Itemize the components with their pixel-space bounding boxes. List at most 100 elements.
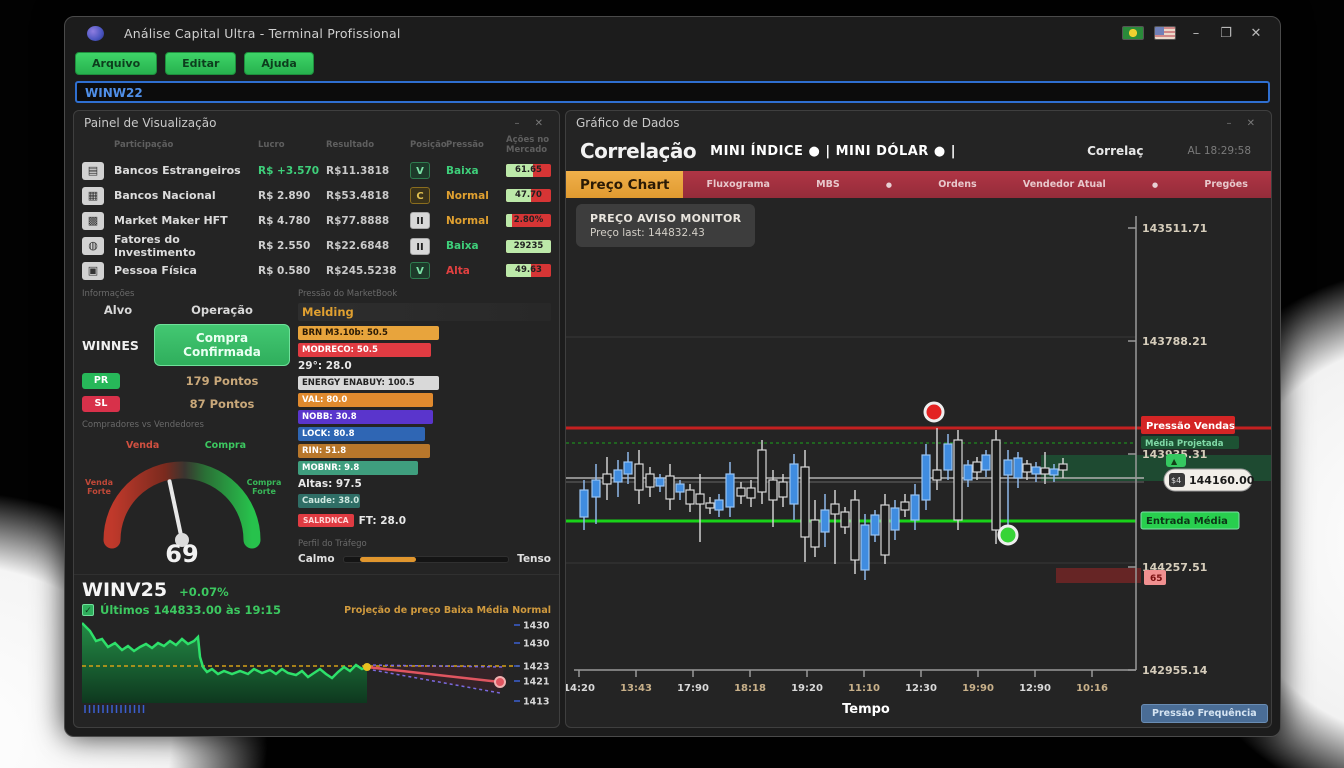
- posicao-badge: C: [410, 187, 430, 204]
- table-row[interactable]: ◍Fatores do InvestimentoR$ 2.550R$22.684…: [82, 233, 551, 258]
- marketbook-text: Altas: 97.5: [298, 478, 551, 490]
- svg-text:19:90: 19:90: [962, 683, 994, 694]
- table-header-cell: Participação: [114, 140, 254, 150]
- lucro-value: R$ 2.890: [258, 190, 322, 202]
- table-header-row: ParticipaçãoLucroResultadoPosiçãoPressão…: [82, 133, 551, 158]
- marketbook-chip: SALRDNCA: [298, 514, 354, 527]
- table-row[interactable]: ▩Market Maker HFTR$ 4.780R$77.8888IINorm…: [82, 208, 551, 233]
- gauge-venda-forte-label: Venda Forte: [82, 478, 116, 496]
- mercado-bar-label: 47.70: [506, 189, 551, 202]
- price-tooltip: PREÇO AVISO MONITOR Preço last: 144832.4…: [576, 204, 755, 247]
- menubar: Arquivo Editar Ajuda: [65, 49, 1280, 80]
- correlacao-right-label: Correlaç: [1087, 144, 1143, 158]
- toolbar-separator-dot: ●: [1152, 181, 1158, 189]
- gauge-venda-label: Venda: [126, 440, 159, 451]
- resultado-value: R$245.5238: [326, 265, 406, 277]
- svg-text:142100: 142100: [523, 677, 549, 688]
- svg-text:143511.71: 143511.71: [1142, 222, 1207, 235]
- compra-confirmada-button[interactable]: Compra Confirmada: [154, 324, 290, 366]
- participant-name: Pessoa Física: [114, 264, 254, 277]
- minimize-button[interactable]: –: [1186, 26, 1206, 41]
- table-header-cell: Pressão: [446, 140, 502, 150]
- participant-name: Bancos Nacional: [114, 189, 254, 202]
- mercado-bar: 29235: [506, 240, 551, 253]
- marketbook-bars: BRN M3.10b: 50.5MODRECO: 50.529°: 28.0EN…: [298, 326, 551, 527]
- marketbook-section-label: Pressão do MarketBook: [298, 289, 551, 299]
- marketbook-chip-label: FT: 28.0: [359, 515, 407, 527]
- win-change: +0.07%: [179, 585, 229, 599]
- tab-preco-chart[interactable]: Preço Chart: [566, 171, 683, 198]
- svg-text:12:90: 12:90: [1019, 683, 1051, 694]
- menu-arquivo[interactable]: Arquivo: [75, 52, 157, 75]
- chart-toolbar: Preço Chart Fluxograma MBS ● Ordens Vendedor…: [566, 171, 1271, 198]
- pressao-frequencia-button[interactable]: Pressão Frequência: [1141, 704, 1268, 723]
- visualizacao-panel: Painel de Visualização – ✕ ParticipaçãoL…: [73, 110, 560, 728]
- toolbar-item-vendedor-atual[interactable]: Vendedor Atual: [1023, 179, 1106, 190]
- trafego-calmo-label: Calmo: [298, 553, 335, 565]
- trafego-section-label: Perfil do Tráfego: [298, 539, 551, 549]
- table-row[interactable]: ▣Pessoa FísicaR$ 0.580R$245.5238VAlta49.…: [82, 258, 551, 283]
- table-header-cell: Resultado: [326, 140, 406, 150]
- titlebar: Análise Capital Ultra - Terminal Profiss…: [65, 17, 1280, 49]
- timestamp: AL 18:29:58: [1187, 145, 1251, 157]
- win-chart-section: WINV25 +0.07% ✓ Últimos 144833.00 às 19:…: [74, 574, 559, 723]
- menu-ajuda[interactable]: Ajuda: [244, 52, 313, 75]
- mercado-bar-label: 61.65: [506, 164, 551, 177]
- toolbar-item-preg-es[interactable]: Pregões: [1204, 179, 1248, 190]
- mercado-bar-label: 2.80%: [506, 214, 551, 227]
- fluxo-header: FLUXO INSTITUCIONAL: [74, 725, 559, 728]
- usa-flag-icon[interactable]: [1154, 26, 1176, 40]
- brazil-flag-icon[interactable]: [1122, 26, 1144, 40]
- participants-table: ParticipaçãoLucroResultadoPosiçãoPressão…: [74, 133, 559, 283]
- table-row[interactable]: ▦Bancos NacionalR$ 2.890R$53.4818CNormal…: [82, 183, 551, 208]
- svg-text:143788.21: 143788.21: [1142, 335, 1207, 348]
- table-row[interactable]: ▤Bancos EstrangeirosR$ +3.570R$11.3818VB…: [82, 158, 551, 183]
- resultado-value: R$11.3818: [326, 165, 406, 177]
- close-button[interactable]: ✕: [1246, 26, 1266, 41]
- svg-text:142300: 142300: [523, 662, 549, 673]
- trafego-slider-segment: [360, 557, 416, 562]
- menu-editar[interactable]: Editar: [165, 52, 236, 75]
- table-header-cell: Ações no Mercado: [506, 135, 551, 155]
- svg-text:12:30: 12:30: [905, 683, 937, 694]
- pressao-value: Alta: [446, 265, 502, 277]
- svg-text:14:20: 14:20: [566, 683, 595, 694]
- posicao-badge: V: [410, 262, 430, 279]
- marketbook-bar: VAL: 80.0: [298, 393, 433, 407]
- svg-text:Entrada Média: Entrada Média: [1146, 515, 1228, 527]
- marketbook-bar: MOBNR: 9.8: [298, 461, 418, 475]
- win-projection-label: Projeção de preço Baixa Média Normal: [344, 605, 551, 616]
- symbol-input[interactable]: WINW22: [75, 81, 1270, 103]
- mercado-bar: 47.70: [506, 189, 551, 202]
- svg-text:143020: 143020: [523, 621, 549, 632]
- toolbar-item-fluxograma[interactable]: Fluxograma: [707, 179, 770, 190]
- operacao-section-label: Informações: [82, 289, 290, 299]
- marketbook-bar: NOBB: 30.8: [298, 410, 433, 424]
- marketbook-bar: ENERGY ENABUY: 100.5: [298, 376, 439, 390]
- marketbook-bar: Caude: 38.0: [298, 494, 360, 508]
- svg-text:17:90: 17:90: [677, 683, 709, 694]
- marketbook-text: 29°: 28.0: [298, 360, 551, 372]
- left-panel-controls[interactable]: – ✕: [514, 118, 549, 129]
- svg-text:141300: 141300: [523, 697, 549, 708]
- tooltip-price: Preço last: 144832.43: [590, 227, 741, 239]
- marketbook-bar: LOCK: 80.8: [298, 427, 425, 441]
- trafego-slider[interactable]: [343, 556, 510, 563]
- svg-text:Pressão Vendas: Pressão Vendas: [1146, 421, 1235, 432]
- participant-icon: ▦: [82, 187, 104, 205]
- svg-text:143000: 143000: [523, 639, 549, 650]
- table-header-cell: Posição: [410, 140, 442, 150]
- correlacao-title: Correlação: [580, 139, 696, 163]
- check-icon[interactable]: ✓: [82, 604, 94, 616]
- svg-text:18:18: 18:18: [734, 683, 766, 694]
- pressao-value: Baixa: [446, 240, 502, 252]
- svg-text:65: 65: [1150, 574, 1163, 584]
- resultado-value: R$22.6848: [326, 240, 406, 252]
- maximize-button[interactable]: ❐: [1216, 26, 1236, 41]
- lucro-value: R$ +3.570: [258, 165, 322, 177]
- participant-icon: ▤: [82, 162, 104, 180]
- win-price-chart: 143020 143000 142300 142100 141300: [82, 617, 549, 719]
- toolbar-item-ordens[interactable]: Ordens: [938, 179, 976, 190]
- right-panel-controls[interactable]: – ✕: [1226, 118, 1261, 129]
- toolbar-item-mbs[interactable]: MBS: [816, 179, 840, 190]
